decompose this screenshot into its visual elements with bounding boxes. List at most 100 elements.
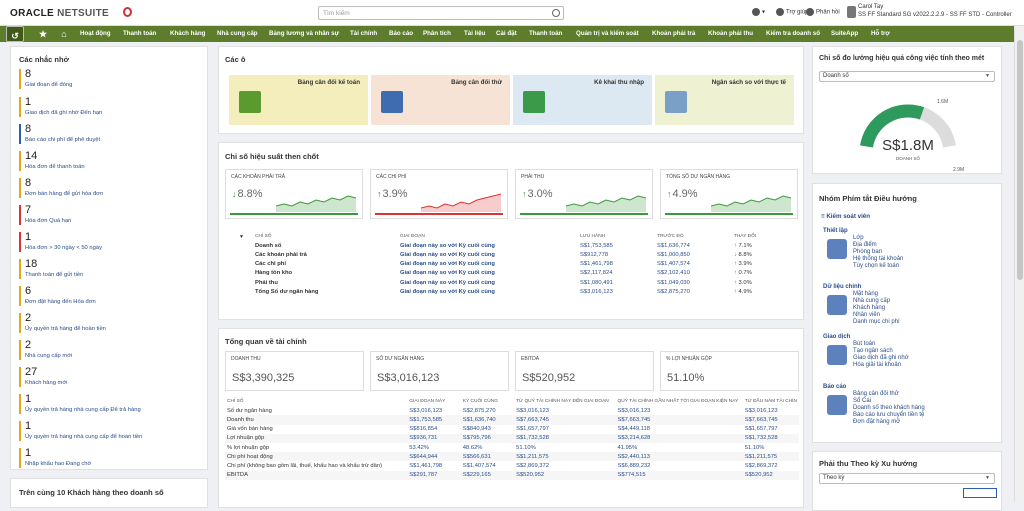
metric-value[interactable]: S$840,943 xyxy=(461,425,514,434)
kpi-current[interactable]: S$1,461,798 xyxy=(578,260,655,269)
scrollbar-thumb[interactable] xyxy=(1017,40,1023,280)
table-row[interactable]: Phải thu Giai đoạn này so với Kỳ cuối cùn… xyxy=(253,278,773,287)
nav-item[interactable]: SuiteApp xyxy=(831,26,858,42)
metric-value[interactable]: S$3,214,628 xyxy=(615,433,743,443)
shortcut-link[interactable]: Tùy chọn kế toán xyxy=(853,263,995,270)
shortcut-link[interactable]: Mặt hàng xyxy=(853,291,995,298)
table-row[interactable]: Số dư ngân hàng S$3,016,123 S$2,875,270 S$3… xyxy=(225,406,799,415)
metric-value[interactable]: S$520,952 xyxy=(514,470,616,480)
reminder-label[interactable]: Ủy quyền trả hàng để hoàn tiền xyxy=(25,325,199,333)
reminder-label[interactable]: Báo cáo chi phí để phê duyệt xyxy=(25,136,199,144)
kpi-previous[interactable]: S$1,407,574 xyxy=(655,260,732,269)
metric-value[interactable]: S$1,211,575 xyxy=(514,452,616,462)
metric-value[interactable]: S$3,016,123 xyxy=(616,406,743,415)
shortcut-link[interactable]: Hóa giải tài khoản xyxy=(853,362,995,369)
metric-value[interactable]: S$816,854 xyxy=(407,425,461,434)
reminder-item[interactable]: 7 Hóa đơn Quá hạn xyxy=(19,205,199,225)
reminder-label[interactable]: Hóa đơn > 30 ngày < 50 ngày xyxy=(25,244,199,252)
tile-3[interactable]: Kê khai thu nhập xyxy=(513,75,652,125)
metric-value[interactable]: S$3,016,123 xyxy=(514,406,615,415)
reminder-item[interactable]: 8 Báo cáo chi phí để phê duyệt xyxy=(19,124,199,144)
metric-value[interactable]: S$566,631 xyxy=(460,452,515,462)
kpi-previous[interactable]: S$1,000,850 xyxy=(655,250,732,259)
reminder-label[interactable]: Giai đoạn để đóng xyxy=(25,81,199,89)
kpi-previous[interactable]: S$1,049,030 xyxy=(655,278,732,287)
nav-item[interactable]: Báo cáo xyxy=(389,26,413,42)
metric-value[interactable]: S$936,731 xyxy=(407,433,461,443)
metric-value[interactable]: S$7,663,745 xyxy=(615,415,743,425)
tile-2[interactable]: Bảng cân đối thử xyxy=(371,75,510,125)
reminder-item[interactable]: 2 Ủy quyền trả hàng để hoàn tiền xyxy=(19,313,199,333)
metric-value[interactable]: S$7,663,745 xyxy=(742,415,799,425)
kpi-previous[interactable]: S$1,636,774 xyxy=(655,241,732,250)
shortcut-link[interactable]: Hệ thống tài khoản xyxy=(853,256,995,263)
reminder-label[interactable]: Thanh toán để gửi tiền xyxy=(25,271,199,279)
table-row[interactable]: Hàng tồn kho Giai đoạn này so với Kỳ cuối… xyxy=(253,269,773,278)
reminder-item[interactable]: 1 Ủy quyền trả hàng nhà cung cấp Để trả h… xyxy=(19,394,199,414)
kpi-period[interactable]: Giai đoạn này so với Kỳ cuối cùng xyxy=(398,260,578,269)
table-row[interactable]: Chi phí (không bao gồm lãi, thuế, khấu h… xyxy=(225,461,799,470)
kpi-period[interactable]: Giai đoạn này so với Kỳ cuối cùng xyxy=(398,269,578,278)
table-row[interactable]: Giá vốn bán hàng S$816,854 S$840,943 S$1,65… xyxy=(225,425,799,434)
metric-value[interactable]: S$2,875,270 xyxy=(461,406,514,415)
reminder-item[interactable]: 8 Đơn bán hàng để gửi hóa đơn xyxy=(19,178,199,198)
star-icon[interactable]: ★ xyxy=(34,26,52,42)
metric-value[interactable]: S$2,440,113 xyxy=(615,452,743,462)
kpi-current[interactable]: S$1,080,491 xyxy=(578,278,655,287)
nav-item[interactable]: Nhà cung cấp xyxy=(217,26,258,42)
recent-records-icon[interactable]: ▾ xyxy=(752,8,765,16)
kpi-collapse-icon[interactable]: ▼ xyxy=(239,234,244,240)
metric-value[interactable]: S$7,663,745 xyxy=(514,415,616,425)
gauge-metric-select[interactable]: Doanh số ▼ xyxy=(819,71,995,82)
metric-value[interactable]: S$4,449,118 xyxy=(616,425,743,434)
shortcut-link[interactable]: Địa điểm xyxy=(853,242,995,249)
metric-value[interactable]: S$6,889,232 xyxy=(616,461,743,470)
reminder-item[interactable]: 1 Hóa đơn > 30 ngày < 50 ngày xyxy=(19,232,199,252)
reminder-label[interactable]: Nhà cung cấp mới xyxy=(25,352,199,360)
table-row[interactable]: Các khoản phải trả Giai đoạn này so với K… xyxy=(253,250,773,259)
search-input[interactable]: Tìm kiếm xyxy=(318,6,564,20)
table-row[interactable]: Doanh số Giai đoạn này so với Kỳ cuối cùn… xyxy=(253,241,773,250)
financial-card[interactable]: DOANH THU S$3,390,325 xyxy=(225,351,364,391)
shortcut-link[interactable]: Bút toán xyxy=(853,341,995,348)
reminder-item[interactable]: 8 Giai đoạn để đóng xyxy=(19,69,199,89)
reminder-label[interactable]: Hóa đơn Quá hạn xyxy=(25,217,199,225)
nav-item[interactable]: Khoản phải thu xyxy=(708,26,753,42)
back-icon[interactable]: ↺ xyxy=(6,26,24,42)
shortcut-link[interactable]: Lớp xyxy=(853,235,995,242)
shortcut-link[interactable]: Tạo ngân sách xyxy=(853,348,995,355)
reminder-item[interactable]: 1 Nhập khẩu hao Đang chờ xyxy=(19,448,199,468)
metric-value[interactable]: S$2,869,372 xyxy=(514,461,615,470)
nav-item[interactable]: Tài liệu xyxy=(464,26,485,42)
nav-item[interactable]: Thanh toán xyxy=(529,26,562,42)
reminder-label[interactable]: Đơn bán hàng để gửi hóa đơn xyxy=(25,190,199,198)
reminder-item[interactable]: 6 Đơn đặt hàng đến Hóa đơn xyxy=(19,286,199,306)
kpi-card[interactable]: TỔNG SỐ DƯ NGÂN HÀNG ↑4.9% xyxy=(660,169,798,219)
nav-item[interactable]: Bảng lương và nhân sự xyxy=(269,26,339,42)
nav-item[interactable]: Khoản phải trả xyxy=(652,26,695,42)
table-row[interactable]: Chi phí hoạt động S$644,944 S$566,631 S$1,2… xyxy=(225,452,799,462)
metric-value[interactable]: S$1,657,797 xyxy=(743,425,799,434)
nav-item[interactable]: Kiểm tra doanh số xyxy=(766,26,820,42)
table-row[interactable]: Tổng Số dư ngân hàng Giai đoạn này so với… xyxy=(253,287,773,296)
table-row[interactable]: Doanh thu S$1,753,585 S$1,636,740 S$7,663,7… xyxy=(225,415,799,425)
reminder-item[interactable]: 2 Nhà cung cấp mới xyxy=(19,340,199,360)
reminder-label[interactable]: Ủy quyền trả hàng nhà cung cấp để hoàn t… xyxy=(25,433,199,441)
kpi-previous[interactable]: S$2,102,410 xyxy=(655,269,732,278)
metric-value[interactable]: S$774,515 xyxy=(615,470,743,480)
metric-value[interactable]: S$2,869,372 xyxy=(743,461,799,470)
reminder-item[interactable]: 18 Thanh toán để gửi tiền xyxy=(19,259,199,279)
page-scrollbar[interactable] xyxy=(1014,26,1024,502)
nav-item[interactable]: Quản trị và kiểm soát xyxy=(576,26,639,42)
kpi-current[interactable]: S$3,016,123 xyxy=(578,287,655,296)
shortcut-link[interactable]: Khách hàng xyxy=(853,305,995,312)
reminder-label[interactable]: Khách hàng mới xyxy=(25,379,199,387)
reminder-label[interactable]: Đơn đặt hàng đến Hóa đơn xyxy=(25,298,199,306)
metric-value[interactable]: S$291,787 xyxy=(407,470,461,480)
shortcut-link[interactable]: Giao dịch đã ghi nhớ xyxy=(853,355,995,362)
kpi-current[interactable]: S$912,778 xyxy=(578,250,655,259)
shortcut-link[interactable]: Bảng cân đối thử xyxy=(853,391,995,398)
metric-value[interactable]: S$1,636,740 xyxy=(460,415,515,425)
kpi-period[interactable]: Giai đoạn này so với Kỳ cuối cùng xyxy=(398,250,578,259)
nav-item[interactable]: Khách hàng xyxy=(170,26,205,42)
